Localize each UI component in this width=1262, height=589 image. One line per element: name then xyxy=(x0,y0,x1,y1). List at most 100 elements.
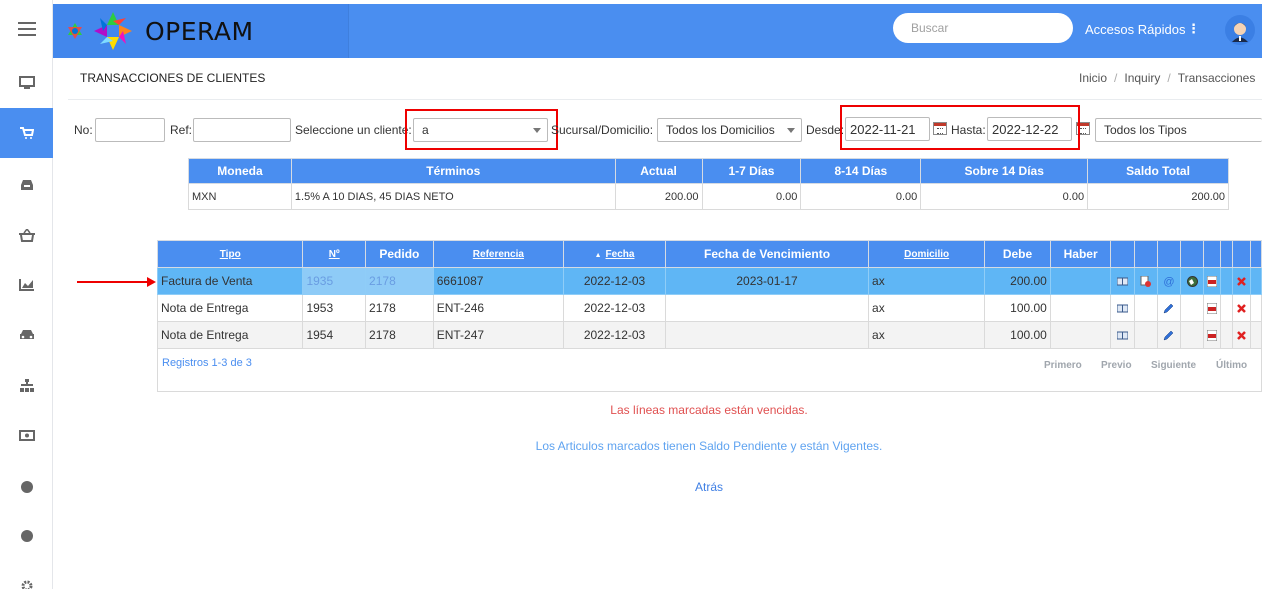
sort-asc-icon: ▲ xyxy=(594,251,602,259)
more-vertical-icon[interactable]: ⋮ xyxy=(1187,22,1200,37)
brand-name[interactable]: OPERAM xyxy=(145,17,254,46)
quick-access-menu[interactable]: Accesos Rápidos xyxy=(1085,22,1185,37)
table-row: MXN 1.5% A 10 DIAS, 45 DIAS NETO 200.00 … xyxy=(188,183,1229,210)
globe-icon[interactable] xyxy=(1186,276,1198,288)
type-cell: Nota de Entrega xyxy=(156,321,304,349)
breadcrumb-current: Transacciones xyxy=(1177,71,1256,85)
sidebar-item-purchases[interactable] xyxy=(0,211,53,259)
number-link[interactable]: 1954 xyxy=(302,321,367,349)
order-header: Pedido xyxy=(365,240,434,268)
edit-pencil-icon[interactable] xyxy=(1163,303,1174,314)
sidebar-item-module-b[interactable] xyxy=(0,512,53,560)
due-date-header: Fecha de Vencimiento xyxy=(665,240,870,268)
sitemap-icon xyxy=(19,378,34,392)
action-cell: @ xyxy=(1156,267,1182,295)
user-avatar[interactable] xyxy=(1225,15,1255,45)
column-header: 8-14 Días xyxy=(800,158,922,184)
sort-by-address-header[interactable]: Domicilio xyxy=(868,240,986,268)
pdf-icon[interactable] xyxy=(1207,276,1218,288)
sort-by-number-header[interactable]: Nº xyxy=(302,240,367,268)
next-page-button[interactable]: Siguiente xyxy=(1151,360,1196,371)
basket-icon xyxy=(18,228,35,242)
sort-by-type-header[interactable]: Tipo xyxy=(156,240,304,268)
sidebar-item-reports[interactable] xyxy=(0,261,53,309)
back-link[interactable]: Atrás xyxy=(0,480,1262,494)
first-page-button[interactable]: Primero xyxy=(1044,360,1082,371)
action-cell xyxy=(1231,294,1251,322)
previous-page-button[interactable]: Previo xyxy=(1101,360,1132,371)
action-cell xyxy=(1203,321,1222,349)
action-cell xyxy=(1231,321,1251,349)
address-cell: ax xyxy=(868,294,986,322)
terms-cell: 1.5% A 10 DIAS, 45 DIAS NETO xyxy=(290,183,616,210)
credit-cell xyxy=(1049,294,1112,322)
email-icon[interactable]: @ xyxy=(1163,276,1174,288)
table-row[interactable]: Nota de Entrega 1954 2178 ENT-247 2022-1… xyxy=(156,321,1262,349)
number-link[interactable]: 1953 xyxy=(302,294,367,322)
sidebar-item-organization[interactable] xyxy=(0,361,53,409)
ref-label: Ref: xyxy=(170,123,193,137)
order-link[interactable]: 2178 xyxy=(365,294,434,322)
table-row[interactable]: Nota de Entrega 1953 2178 ENT-246 2022-1… xyxy=(156,294,1262,322)
balance-summary-table: Moneda Términos Actual 1-7 Días 8-14 Día… xyxy=(188,158,1229,210)
type-cell: Nota de Entrega xyxy=(156,294,304,322)
due-date-cell xyxy=(665,321,870,349)
inbox-icon xyxy=(20,180,33,190)
view-book-icon[interactable] xyxy=(1117,304,1129,313)
action-cell xyxy=(1133,267,1158,295)
action-cell xyxy=(1231,267,1251,295)
column-header: Actual xyxy=(614,158,703,184)
pdf-icon[interactable] xyxy=(1207,330,1218,342)
no-field[interactable] xyxy=(95,118,165,142)
records-count: Registros 1-3 de 3 xyxy=(162,357,252,369)
user-avatar-icon xyxy=(1232,23,1248,42)
edit-pencil-icon[interactable] xyxy=(1163,330,1174,341)
ref-field[interactable] xyxy=(193,118,291,142)
action-column-header xyxy=(1231,240,1251,268)
sidebar-item-inbox[interactable] xyxy=(0,161,53,209)
delete-icon[interactable] xyxy=(1236,277,1246,287)
last-page-button[interactable]: Último xyxy=(1216,360,1247,371)
number-link[interactable]: 1935 xyxy=(302,267,367,295)
breadcrumb-inquiry[interactable]: Inquiry xyxy=(1124,71,1160,85)
action-column-header xyxy=(1110,240,1135,268)
pdf-icon[interactable] xyxy=(1207,303,1218,315)
action-cell xyxy=(1249,267,1262,295)
payment-icon[interactable] xyxy=(1140,276,1152,288)
sidebar-item-settings[interactable] xyxy=(0,562,53,589)
search-input[interactable] xyxy=(893,13,1073,43)
menu-toggle-button[interactable] xyxy=(0,5,53,53)
sort-by-date-header[interactable]: ▲ Fecha xyxy=(563,240,667,268)
breadcrumb: Inicio / Inquiry / Transacciones xyxy=(1079,71,1255,85)
sidebar-item-dashboard[interactable] xyxy=(0,59,53,107)
sidebar-item-logistics[interactable] xyxy=(0,311,53,359)
breadcrumb-home[interactable]: Inicio xyxy=(1079,71,1107,85)
sidebar-item-sales[interactable] xyxy=(0,108,53,158)
view-book-icon[interactable] xyxy=(1117,331,1129,340)
order-link[interactable]: 2178 xyxy=(365,321,434,349)
address-cell: ax xyxy=(868,267,986,295)
view-book-icon[interactable] xyxy=(1117,277,1129,286)
delete-icon[interactable] xyxy=(1236,331,1246,341)
date-cell: 2022-12-03 xyxy=(563,294,667,322)
action-column-header xyxy=(1133,240,1158,268)
table-row[interactable]: Factura de Venta 1935 2178 6661087 2022-… xyxy=(156,267,1262,295)
action-column-header xyxy=(1180,240,1205,268)
reference-cell: 6661087 xyxy=(432,267,565,295)
car-icon xyxy=(19,330,34,339)
credit-cell xyxy=(1049,267,1112,295)
branch-label: Sucursal/Domicilio: xyxy=(551,123,654,137)
over-14-cell: 0.00 xyxy=(920,183,1089,210)
chevron-down-icon xyxy=(787,128,795,133)
sort-by-reference-header[interactable]: Referencia xyxy=(432,240,565,268)
branch-select[interactable]: Todos los Domicilios xyxy=(657,118,802,142)
credit-header: Haber xyxy=(1049,240,1112,268)
type-select[interactable]: Todos los Tipos xyxy=(1095,118,1262,142)
reference-cell: ENT-246 xyxy=(432,294,565,322)
action-column-header xyxy=(1203,240,1222,268)
order-link[interactable]: 2178 xyxy=(365,267,434,295)
delete-icon[interactable] xyxy=(1236,304,1246,314)
action-cell xyxy=(1156,321,1182,349)
action-cell xyxy=(1203,294,1222,322)
breadcrumb-separator: / xyxy=(1114,71,1118,85)
